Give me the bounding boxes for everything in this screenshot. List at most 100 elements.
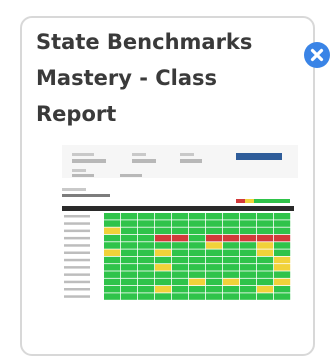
thumbnail-heatmap-cell [206, 234, 223, 242]
thumbnail-heatmap-cell [155, 242, 172, 249]
thumbnail-heatmap-cell [172, 234, 189, 242]
thumbnail-heatmap-cell [240, 264, 257, 271]
thumbnail-heatmap-cell [155, 227, 172, 235]
thumbnail-row-label [64, 288, 90, 291]
thumbnail-heatmap-cell [206, 293, 223, 300]
thumbnail-heatmap-cell [274, 249, 291, 256]
thumbnail-heatmap-cell [240, 234, 257, 242]
thumbnail-heatmap-cell [104, 256, 121, 264]
thumbnail-row-label [64, 215, 90, 218]
thumbnail-heatmap-cell [189, 242, 206, 249]
thumbnail-heatmap-cell [240, 227, 257, 235]
thumbnail-row-label [64, 273, 90, 276]
thumbnail-heatmap-cell [223, 286, 240, 293]
thumbnail-heatmap-cell [155, 286, 172, 293]
thumbnail-heatmap-cell [240, 271, 257, 278]
thumbnail-heatmap-cell [172, 278, 189, 286]
thumbnail-row-label [64, 222, 90, 225]
thumbnail-heatmap-cell [257, 249, 274, 256]
thumbnail-heatmap-cell [189, 249, 206, 256]
thumbnail-heatmap-cell [155, 293, 172, 300]
thumbnail-heatmap-cell [138, 227, 155, 235]
thumbnail-heatmap-cell [257, 213, 274, 220]
thumbnail-heatmap-cell [223, 242, 240, 249]
thumbnail-heatmap-cell [104, 213, 121, 220]
thumbnail-heatmap-cell [206, 249, 223, 256]
thumbnail-heatmap-cell [138, 278, 155, 286]
thumbnail-heatmap-cell [138, 286, 155, 293]
thumbnail-heatmap-cell [121, 220, 138, 227]
thumbnail-heatmap-cell [206, 213, 223, 220]
thumbnail-table-header [62, 206, 294, 211]
thumbnail-heatmap [64, 213, 291, 300]
thumbnail-heatmap-cell [121, 286, 138, 293]
thumbnail-heatmap-cell [189, 271, 206, 278]
thumbnail-heatmap-cell [172, 227, 189, 235]
thumbnail-heatmap-cell [121, 249, 138, 256]
thumbnail-heatmap-cell [189, 234, 206, 242]
thumbnail-heatmap-cell [223, 249, 240, 256]
thumbnail-row-label [64, 251, 90, 254]
thumbnail-heatmap-cell [138, 264, 155, 271]
thumbnail-row-label [64, 229, 90, 233]
thumbnail-heatmap-cell [257, 234, 274, 242]
report-thumbnail-image [62, 145, 298, 300]
thumbnail-heatmap-cell [257, 293, 274, 300]
thumbnail-heatmap-cell [223, 271, 240, 278]
thumbnail-heatmap-cell [172, 264, 189, 271]
thumbnail-heatmap-cell [206, 271, 223, 278]
thumbnail-heatmap-cell [274, 242, 291, 249]
thumbnail-heatmap-cell [138, 256, 155, 264]
thumbnail-heatmap-cell [274, 227, 291, 235]
thumbnail-heatmap-cell [274, 213, 291, 220]
thumbnail-heatmap-cell [121, 278, 138, 286]
thumbnail-row-label [64, 295, 90, 298]
thumbnail-heatmap-cell [257, 220, 274, 227]
thumbnail-heatmap-cell [240, 278, 257, 286]
thumbnail-heatmap-cell [223, 234, 240, 242]
thumbnail-heatmap-cell [274, 220, 291, 227]
thumbnail-row-label [64, 280, 90, 284]
thumbnail-heatmap-cell [240, 286, 257, 293]
thumbnail-heatmap-cell [189, 286, 206, 293]
thumbnail-heatmap-cell [240, 220, 257, 227]
thumbnail-heatmap-cell [274, 264, 291, 271]
thumbnail-heatmap-cell [155, 278, 172, 286]
thumbnail-heatmap-cell [189, 293, 206, 300]
thumbnail-heatmap-cell [155, 264, 172, 271]
thumbnail-heatmap-cell [121, 213, 138, 220]
thumbnail-heatmap-cell [223, 220, 240, 227]
thumbnail-heatmap-cell [206, 227, 223, 235]
thumbnail-heatmap-cell [138, 293, 155, 300]
thumbnail-heatmap-cell [189, 278, 206, 286]
close-icon[interactable] [304, 42, 330, 68]
thumbnail-heatmap-cell [223, 264, 240, 271]
thumbnail-heatmap-cell [274, 293, 291, 300]
thumbnail-row-label [64, 244, 90, 247]
report-thumbnail[interactable] [62, 145, 298, 313]
thumbnail-heatmap-cell [172, 271, 189, 278]
report-title: State Benchmarks Mastery - Class Report [36, 30, 253, 126]
thumbnail-heatmap-cell [223, 213, 240, 220]
thumbnail-heatmap-cell [189, 264, 206, 271]
thumbnail-heatmap-cell [240, 242, 257, 249]
thumbnail-heatmap-cell [104, 293, 121, 300]
thumbnail-heatmap-cell [121, 256, 138, 264]
thumbnail-heatmap-cell [274, 234, 291, 242]
thumbnail-heatmap-cell [172, 293, 189, 300]
thumbnail-heatmap-cell [138, 234, 155, 242]
thumbnail-heatmap-cell [206, 256, 223, 264]
thumbnail-heatmap-cell [155, 234, 172, 242]
thumbnail-heatmap-cell [274, 256, 291, 264]
thumbnail-heatmap-cell [257, 278, 274, 286]
thumbnail-heatmap-cell [223, 256, 240, 264]
thumbnail-heatmap-cell [257, 271, 274, 278]
thumbnail-heatmap-cell [138, 220, 155, 227]
thumbnail-heatmap-cell [172, 286, 189, 293]
thumbnail-heatmap-cell [206, 242, 223, 249]
thumbnail-heatmap-cell [104, 286, 121, 293]
thumbnail-heatmap-cell [223, 227, 240, 235]
thumbnail-heatmap-cell [138, 249, 155, 256]
thumbnail-row-label [64, 266, 90, 269]
thumbnail-heatmap-cell [189, 213, 206, 220]
